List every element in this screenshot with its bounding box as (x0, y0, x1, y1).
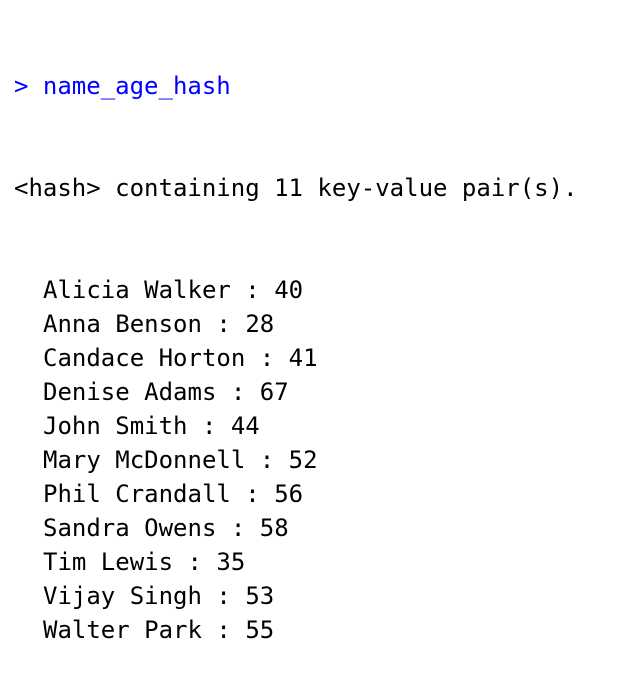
hash-entries: Alicia Walker : 40 Anna Benson : 28 Candac… (14, 273, 626, 647)
entry-value: 41 (288, 344, 318, 372)
entry-value: 56 (274, 480, 304, 508)
hash-entry: Walter Park : 55 (14, 613, 626, 647)
entry-value: 28 (245, 310, 275, 338)
entry-separator: : (173, 548, 217, 576)
entry-value: 53 (245, 582, 275, 610)
entry-key: Tim Lewis (43, 548, 174, 576)
entry-separator: : (245, 446, 289, 474)
entry-key: Vijay Singh (43, 582, 202, 610)
entry-separator: : (187, 412, 231, 440)
entry-value: 58 (259, 514, 289, 542)
hash-header: <hash> containing 11 key-value pair(s). (14, 174, 578, 202)
entry-separator: : (201, 310, 246, 338)
hash-entry: Tim Lewis : 35 (14, 545, 626, 579)
entry-separator: : (201, 616, 246, 644)
entry-separator: : (230, 276, 275, 304)
entry-key: John Smith (43, 412, 188, 440)
hash-entry: Mary McDonnell : 52 (14, 443, 626, 477)
entry-key: Anna Benson (43, 310, 202, 338)
entry-key: Sandra Owens (43, 514, 217, 542)
hash-entry: John Smith : 44 (14, 409, 626, 443)
entry-key: Alicia Walker (43, 276, 231, 304)
entry-key: Mary McDonnell (43, 446, 246, 474)
entry-value: 44 (230, 412, 260, 440)
entry-key: Denise Adams (43, 378, 217, 406)
prompt-symbol: > (14, 72, 29, 100)
hash-entry: Phil Crandall : 56 (14, 477, 626, 511)
entry-separator: : (245, 344, 289, 372)
entry-value: 52 (288, 446, 318, 474)
command-line: > name_age_hash (14, 69, 626, 103)
hash-entry: Vijay Singh : 53 (14, 579, 626, 613)
entry-key: Candace Horton (43, 344, 246, 372)
hash-entry: Denise Adams : 67 (14, 375, 626, 409)
hash-entry: Alicia Walker : 40 (14, 273, 626, 307)
entry-key: Walter Park (43, 616, 202, 644)
entry-separator: : (216, 514, 260, 542)
r-console-output: > name_age_hash <hash> containing 11 key… (14, 1, 626, 681)
hash-entry: Sandra Owens : 58 (14, 511, 626, 545)
entry-value: 67 (259, 378, 289, 406)
hash-entry: Candace Horton : 41 (14, 341, 626, 375)
entry-separator: : (230, 480, 275, 508)
entry-separator: : (216, 378, 260, 406)
entry-value: 35 (216, 548, 246, 576)
entry-value: 55 (245, 616, 275, 644)
entry-key: Phil Crandall (43, 480, 231, 508)
entry-separator: : (201, 582, 246, 610)
entry-value: 40 (274, 276, 304, 304)
command-text: name_age_hash (42, 72, 231, 100)
hash-entry: Anna Benson : 28 (14, 307, 626, 341)
